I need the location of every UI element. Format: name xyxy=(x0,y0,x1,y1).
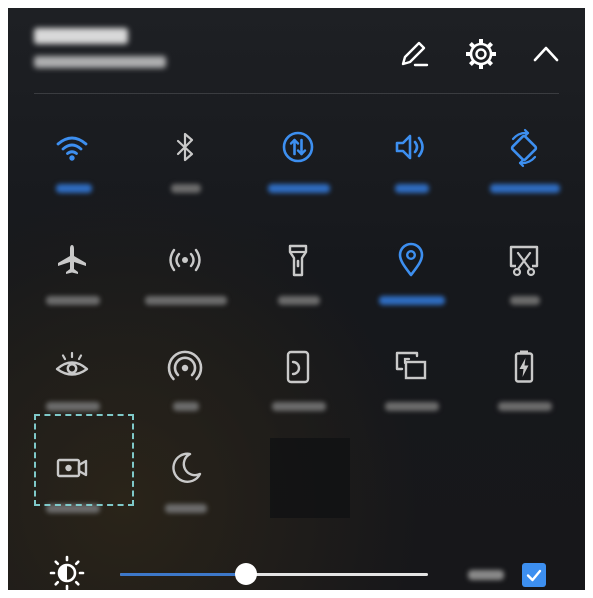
tile-one-hand[interactable] xyxy=(242,336,355,444)
tile-do-not-disturb[interactable] xyxy=(129,438,242,546)
auto-brightness-label xyxy=(468,570,504,580)
tile-label xyxy=(278,296,320,305)
tile-auto-rotate[interactable] xyxy=(468,118,581,226)
selection-highlight xyxy=(34,414,134,506)
flashlight-icon xyxy=(288,244,308,277)
brightness-slider-fill xyxy=(120,573,247,576)
tile-label xyxy=(490,184,560,193)
tile-airplane-mode[interactable] xyxy=(16,230,129,338)
tile-wifi[interactable] xyxy=(16,118,129,226)
tile-power-saving[interactable] xyxy=(468,336,581,444)
auto-rotate-icon xyxy=(510,128,538,168)
tile-label xyxy=(171,184,201,193)
tile-label xyxy=(395,184,429,193)
speaker-icon xyxy=(395,134,424,160)
wifi-icon xyxy=(56,136,88,161)
tile-label xyxy=(56,184,92,193)
brightness-slider-thumb[interactable] xyxy=(235,563,258,585)
tile-label xyxy=(173,402,199,411)
collapse-panel-button[interactable] xyxy=(528,36,564,72)
tile-label xyxy=(498,402,552,411)
checkmark-icon xyxy=(526,569,542,582)
tile-label xyxy=(379,296,445,305)
tile-label xyxy=(510,296,540,305)
tile-label xyxy=(385,402,439,411)
screenshot-scissors-icon xyxy=(509,245,539,277)
airplane-icon xyxy=(58,245,86,274)
location-pin-icon xyxy=(398,242,424,277)
obscured-tile-area xyxy=(270,438,350,518)
carrier-name-blurred xyxy=(34,28,128,44)
tile-label xyxy=(268,184,330,193)
mobile-data-icon xyxy=(282,131,314,163)
moon-icon xyxy=(172,452,202,483)
tile-location[interactable] xyxy=(355,230,468,338)
tile-label xyxy=(145,296,227,305)
tile-label xyxy=(165,504,207,513)
quick-settings-panel xyxy=(8,8,585,590)
tile-label xyxy=(46,402,100,411)
bluetooth-icon xyxy=(176,132,194,162)
tile-nfc[interactable] xyxy=(129,336,242,444)
brightness-icon xyxy=(49,555,85,590)
tile-bluetooth[interactable] xyxy=(129,118,242,226)
tile-screenshot[interactable] xyxy=(468,230,581,338)
header-divider xyxy=(34,93,559,94)
chevron-up-icon xyxy=(533,46,559,62)
tile-sound[interactable] xyxy=(355,118,468,226)
one-hand-phone-icon xyxy=(286,350,310,384)
network-status-blurred xyxy=(34,56,166,68)
gear-icon xyxy=(466,39,496,69)
tile-label xyxy=(46,296,100,305)
tile-mobile-data[interactable] xyxy=(242,118,355,226)
hotspot-icon xyxy=(169,248,201,272)
eye-icon xyxy=(55,351,89,376)
tile-screen-mirror[interactable] xyxy=(355,336,468,444)
tile-flashlight[interactable] xyxy=(242,230,355,338)
settings-button[interactable] xyxy=(463,36,499,72)
screen-mirror-icon xyxy=(395,351,427,380)
pencil-edit-icon xyxy=(401,41,429,67)
battery-saver-icon xyxy=(514,350,534,383)
edit-tiles-button[interactable] xyxy=(396,36,432,72)
auto-brightness-checkbox[interactable] xyxy=(522,563,546,587)
tile-hotspot[interactable] xyxy=(129,230,242,338)
nfc-icon xyxy=(167,350,203,381)
tile-label xyxy=(272,402,326,411)
brightness-slider[interactable] xyxy=(120,563,428,585)
